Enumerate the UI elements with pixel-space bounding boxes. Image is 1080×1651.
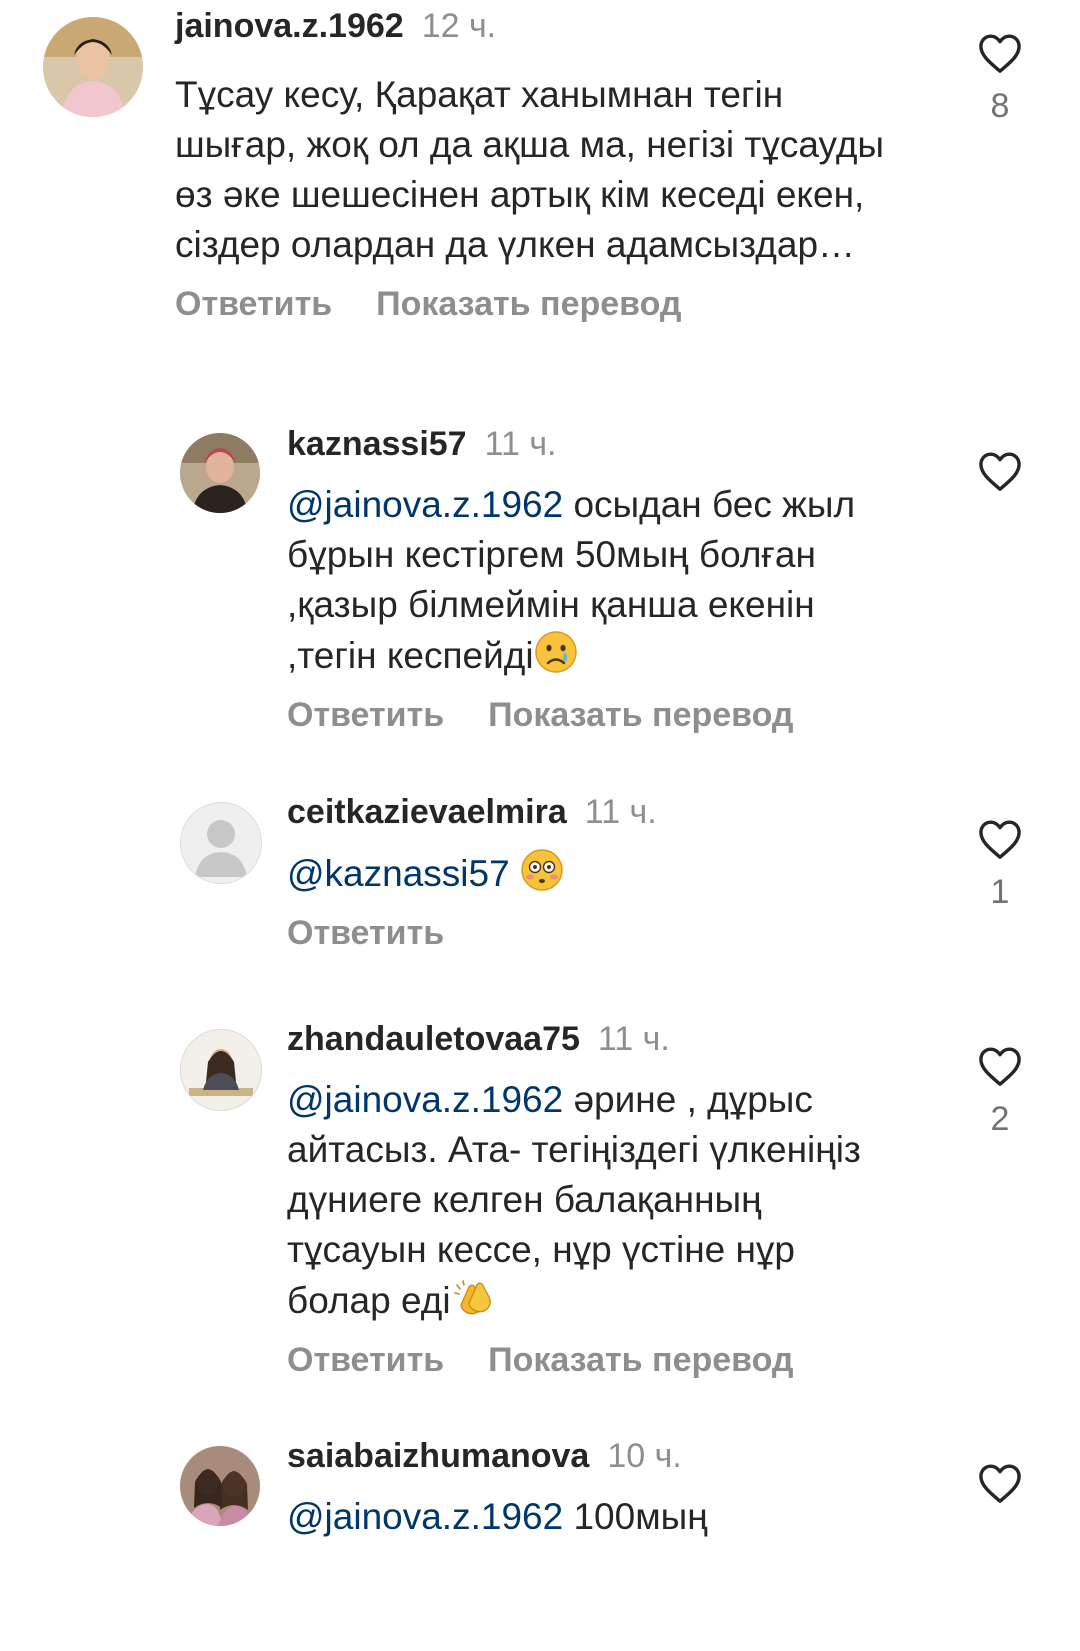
avatar[interactable]	[180, 1029, 262, 1111]
heart-icon[interactable]	[977, 32, 1023, 74]
comment-timestamp: 11 ч.	[597, 1020, 670, 1058]
show-translation-button[interactable]: Показать перевод	[488, 696, 793, 734]
mention-link[interactable]: @jainova.z.1962	[287, 1496, 563, 1537]
reply-button[interactable]: Ответить	[287, 1341, 444, 1379]
reply-button[interactable]: Ответить	[287, 696, 444, 734]
comment-body	[510, 853, 520, 894]
heart-icon[interactable]	[977, 1045, 1023, 1087]
heart-icon[interactable]	[977, 818, 1023, 860]
comment-text: @jainova.z.1962 осыдан бес жыл бұрын кес…	[287, 480, 890, 681]
heart-icon[interactable]	[977, 1462, 1023, 1504]
comment-username[interactable]: ceitkazievaelmira	[287, 793, 567, 831]
comment-username[interactable]: kaznassi57	[287, 425, 467, 463]
comment-timestamp: 11 ч.	[484, 425, 557, 463]
comment-text: Тұсау кесу, Қарақат ханымнан тегін шығар…	[175, 70, 890, 270]
avatar-photo	[43, 17, 143, 117]
mention-link[interactable]: @jainova.z.1962	[287, 484, 563, 525]
comment-text: @jainova.z.1962 әрине , дұрыс айтасыз. А…	[287, 1075, 890, 1326]
like-count: 2	[990, 1100, 1010, 1138]
mention-link[interactable]: @jainova.z.1962	[287, 1079, 563, 1120]
avatar-photo	[180, 1446, 260, 1526]
reply-button[interactable]: Ответить	[287, 914, 444, 952]
like-count: 8	[990, 87, 1010, 125]
default-avatar-icon	[181, 803, 261, 883]
mention-link[interactable]: @kaznassi57	[287, 853, 510, 894]
comment-timestamp: 10 ч.	[607, 1437, 682, 1475]
avatar[interactable]	[180, 802, 262, 884]
clapping-hands-icon	[451, 1275, 495, 1319]
avatar[interactable]	[180, 1446, 260, 1526]
heart-icon[interactable]	[977, 450, 1023, 492]
comment-username[interactable]: jainova.z.1962	[175, 7, 404, 45]
comment-timestamp: 11 ч.	[584, 793, 657, 831]
comment-text: @kaznassi57	[287, 848, 890, 899]
show-translation-button[interactable]: Показать перевод	[376, 285, 681, 323]
like-count: 1	[990, 873, 1010, 911]
comment-text: @jainova.z.1962 100мың	[287, 1492, 890, 1542]
flushed-face-icon	[520, 848, 564, 892]
avatar-photo	[180, 433, 260, 513]
show-translation-button[interactable]: Показать перевод	[488, 1341, 793, 1379]
avatar-photo	[181, 1030, 261, 1110]
comment-timestamp: 12 ч.	[421, 7, 497, 45]
crying-face-icon	[534, 630, 578, 674]
avatar[interactable]	[180, 433, 260, 513]
comment-username[interactable]: saiabaizhumanova	[287, 1437, 589, 1475]
comment-body: 100мың	[563, 1496, 708, 1537]
avatar[interactable]	[43, 17, 143, 117]
reply-button[interactable]: Ответить	[175, 285, 332, 323]
comment-body: Тұсау кесу, Қарақат ханымнан тегін шығар…	[175, 74, 884, 265]
comment-username[interactable]: zhandauletovaa75	[287, 1020, 580, 1058]
